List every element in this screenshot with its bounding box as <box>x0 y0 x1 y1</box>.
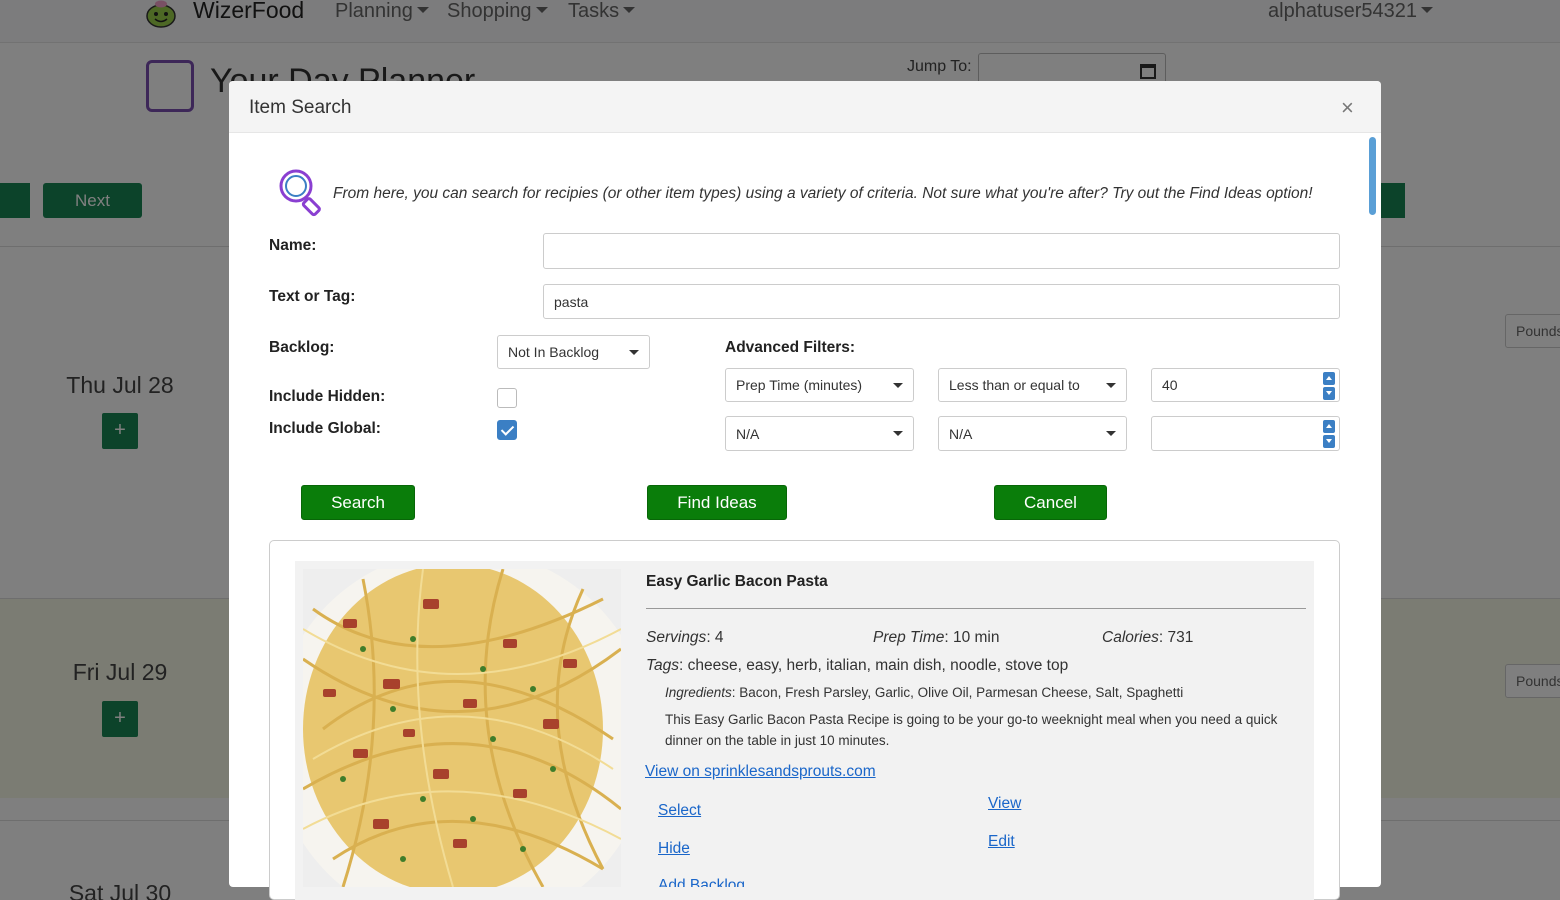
prep-time-label: Prep Time <box>873 629 945 646</box>
close-icon[interactable]: × <box>1341 95 1354 121</box>
ingredients-value: : Bacon, Fresh Parsley, Garlic, Olive Oi… <box>731 685 1184 700</box>
select-link[interactable]: Select <box>658 802 701 820</box>
include-hidden-checkbox[interactable] <box>497 388 517 408</box>
advanced-filters-label: Advanced Filters: <box>725 339 856 356</box>
spin-up-icon[interactable] <box>1323 372 1335 385</box>
backlog-value: Not In Backlog <box>508 344 600 360</box>
include-global-label: Include Global: <box>269 420 381 437</box>
find-ideas-button[interactable]: Find Ideas <box>647 485 787 520</box>
chevron-down-icon <box>629 349 639 355</box>
search-button[interactable]: Search <box>301 485 415 520</box>
tags-label: Tags <box>646 657 680 674</box>
source-link[interactable]: View on sprinklesandsprouts.com <box>645 763 876 781</box>
number-spinner[interactable] <box>1323 420 1335 448</box>
prep-time: Prep Time: 10 min <box>873 629 1000 647</box>
chevron-down-icon <box>893 431 903 436</box>
prep-time-value: : 10 min <box>944 629 1000 646</box>
hide-link[interactable]: Hide <box>658 840 690 858</box>
backlog-label: Backlog: <box>269 339 335 356</box>
spin-down-icon[interactable] <box>1323 387 1335 400</box>
filter-value-text: 40 <box>1162 377 1178 393</box>
servings: Servings: 4 <box>646 629 724 647</box>
recipe-description: This Easy Garlic Bacon Pasta Recipe is g… <box>665 712 1278 748</box>
text-tag-input[interactable]: pasta <box>543 284 1340 319</box>
name-input[interactable] <box>543 233 1340 269</box>
recipe-ingredients: Ingredients: Bacon, Fresh Parsley, Garli… <box>665 685 1183 700</box>
include-hidden-label: Include Hidden: <box>269 388 386 405</box>
spin-down-icon[interactable] <box>1323 435 1335 448</box>
recipe-image[interactable] <box>303 569 621 887</box>
recipe-tags: Tags: cheese, easy, herb, italian, main … <box>646 657 1068 675</box>
modal-header: Item Search × <box>229 81 1381 133</box>
chevron-down-icon <box>893 382 903 388</box>
pasta-image <box>303 569 621 887</box>
calories: Calories: 731 <box>1102 629 1193 647</box>
view-link[interactable]: View <box>988 795 1021 813</box>
tags-value: : cheese, easy, herb, italian, main dish… <box>679 657 1069 674</box>
ingredients-label: Ingredients <box>665 685 732 700</box>
modal-scrollbar[interactable] <box>1369 137 1376 215</box>
spin-up-icon[interactable] <box>1323 420 1335 433</box>
calories-label: Calories <box>1102 629 1159 646</box>
servings-label: Servings <box>646 629 707 646</box>
filter-operator-value: Less than or equal to <box>949 377 1080 393</box>
filter-field-value: N/A <box>736 425 760 442</box>
edit-link[interactable]: Edit <box>988 833 1015 851</box>
filter-value-input[interactable]: 40 <box>1151 368 1340 402</box>
include-global-checkbox[interactable] <box>497 420 517 440</box>
text-tag-label: Text or Tag: <box>269 288 356 305</box>
filter-operator-value: N/A <box>949 425 973 442</box>
intro-text: From here, you can search for recipies (… <box>333 185 1313 202</box>
modal-title: Item Search <box>249 97 352 118</box>
filter-field-select[interactable]: Prep Time (minutes) <box>725 368 914 402</box>
number-spinner[interactable] <box>1323 372 1335 400</box>
filter-value-input[interactable] <box>1151 416 1340 451</box>
filter-field-value: Prep Time (minutes) <box>736 377 863 393</box>
backlog-select[interactable]: Not In Backlog <box>497 335 650 369</box>
recipe-title: Easy Garlic Bacon Pasta <box>646 573 828 590</box>
filter-operator-select[interactable]: Less than or equal to <box>938 368 1127 402</box>
magnifier-icon <box>279 169 321 217</box>
servings-value: : 4 <box>706 629 724 646</box>
cancel-button[interactable]: Cancel <box>994 485 1107 520</box>
chevron-down-icon <box>1106 431 1116 436</box>
chevron-down-icon <box>1106 382 1116 388</box>
add-backlog-link[interactable]: Add Backlog <box>658 877 745 887</box>
calories-value: : 731 <box>1158 629 1194 646</box>
divider <box>646 608 1306 609</box>
name-label: Name: <box>269 237 317 254</box>
filter-operator-select[interactable]: N/A <box>938 416 1127 451</box>
filter-field-select[interactable]: N/A <box>725 416 914 451</box>
